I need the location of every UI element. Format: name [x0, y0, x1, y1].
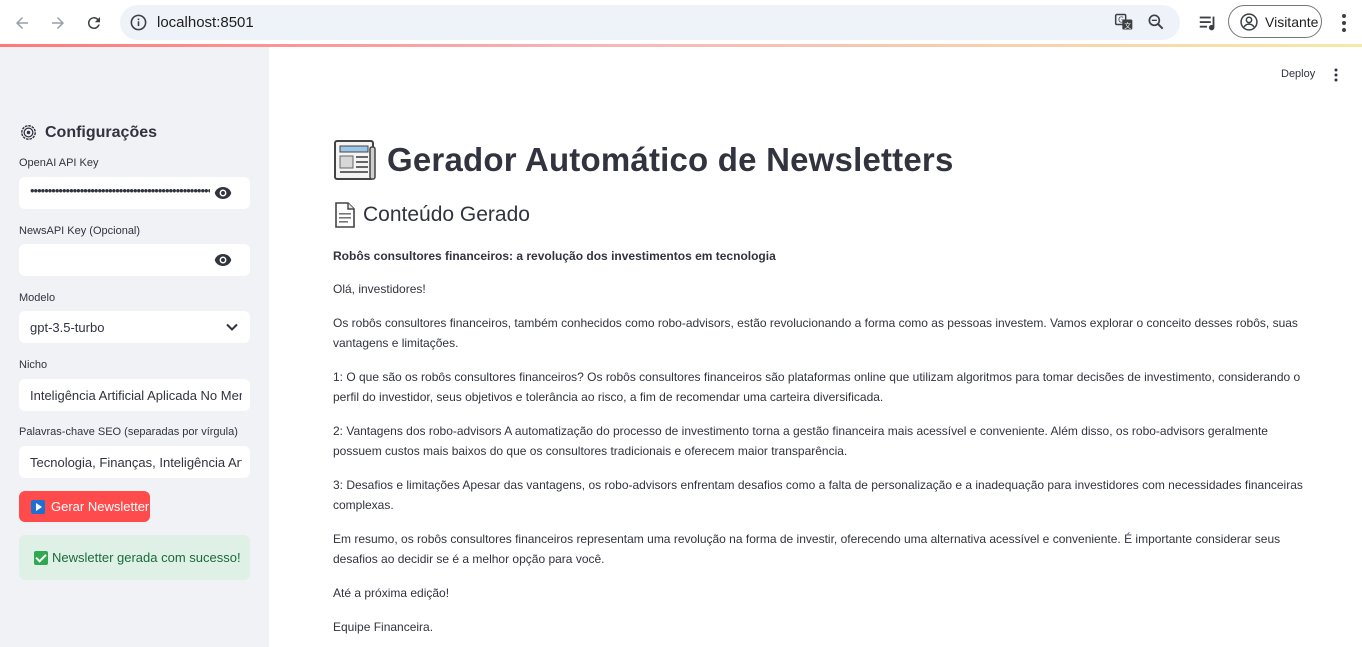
sidebar: Configurações OpenAI API Key •••••••••••…: [0, 47, 269, 647]
chevron-down-icon[interactable]: [225, 320, 239, 334]
model-select[interactable]: gpt-3.5-turbo: [19, 311, 250, 343]
browser-menu-icon[interactable]: [1334, 12, 1354, 34]
app-menu-icon[interactable]: [1330, 67, 1342, 83]
openai-key-input[interactable]: ••••••••••••••••••••••••••••••••••••••••…: [19, 177, 250, 209]
newsletter-paragraph: Equipe Financeira.: [333, 620, 434, 634]
success-message: Newsletter gerada com sucesso!: [52, 550, 241, 565]
forward-button[interactable]: [44, 9, 72, 37]
newsletter-paragraph: Os robôs consultores financeiros, também…: [333, 316, 1298, 350]
newsletter-paragraph: Até a próxima edição!: [333, 586, 450, 600]
forward-arrow-icon: [52, 17, 64, 29]
seo-keywords-label: Palavras-chave SEO (separadas por vírgul…: [19, 426, 238, 438]
newsletter-paragraph: 2: Vantagens dos robo-advisors A automat…: [333, 424, 1268, 458]
newsletter-headline: Robôs consultores financeiros: a revoluç…: [333, 249, 776, 263]
niche-value[interactable]: Inteligência Artificial Aplicada No Merc…: [30, 388, 242, 403]
svg-text:文: 文: [1124, 21, 1131, 30]
gear-icon: [21, 125, 36, 140]
check-icon: [34, 550, 48, 565]
back-arrow-icon: [16, 17, 28, 29]
newsletter-content: Robôs consultores financeiros: a revoluç…: [333, 246, 1308, 647]
sidebar-heading: Configurações: [19, 123, 157, 142]
seo-keywords-input[interactable]: Tecnologia, Finanças, Inteligência Artif…: [19, 446, 250, 478]
section-heading: Conteúdo Gerado: [363, 203, 530, 226]
account-icon: [1240, 12, 1258, 31]
success-alert: Newsletter gerada com sucesso!: [19, 535, 250, 580]
openai-key-value[interactable]: ••••••••••••••••••••••••••••••••••••••••…: [30, 183, 210, 198]
site-info-icon[interactable]: [129, 13, 148, 32]
newsletter-paragraph: Em resumo, os robôs consultores financei…: [333, 532, 1281, 566]
openai-key-label: OpenAI API Key: [19, 157, 99, 169]
model-label: Modelo: [19, 292, 56, 304]
newsletter-paragraph: 1: O que são os robôs consultores financ…: [333, 370, 1301, 404]
play-icon: [31, 499, 45, 514]
niche-label: Nicho: [19, 359, 48, 371]
seo-keywords-value[interactable]: Tecnologia, Finanças, Inteligência Artif…: [30, 455, 242, 470]
browser-toolbar: localhost:8501 G 文 Visitante: [0, 0, 1362, 46]
media-controls-icon[interactable]: [1197, 12, 1219, 34]
newspaper-icon: [334, 140, 376, 180]
section-heading-row: Conteúdo Gerado: [333, 202, 530, 228]
newsletter-paragraph: 3: Desafios e limitações Apesar das vant…: [333, 478, 1303, 512]
address-bar[interactable]: localhost:8501 G 文: [120, 5, 1180, 40]
reload-icon: [87, 17, 100, 30]
zoom-icon[interactable]: [1146, 12, 1166, 32]
show-password-icon[interactable]: [214, 185, 232, 201]
back-button[interactable]: [8, 9, 36, 37]
profile-label: Visitante: [1265, 13, 1319, 30]
generate-button-label: Gerar Newsletter: [51, 499, 150, 514]
newsapi-key-label: NewsAPI Key (Opcional): [19, 225, 141, 237]
generate-newsletter-button[interactable]: Gerar Newsletter: [19, 491, 150, 522]
page-title-row: Gerador Automático de Newsletters: [333, 138, 954, 182]
reload-button[interactable]: [80, 9, 108, 37]
url-text[interactable]: localhost:8501: [157, 14, 254, 31]
model-selected-value[interactable]: gpt-3.5-turbo: [30, 320, 242, 335]
profile-button[interactable]: Visitante: [1228, 5, 1322, 38]
translate-icon[interactable]: G 文: [1114, 12, 1134, 32]
newsapi-key-input[interactable]: [19, 244, 250, 276]
niche-input[interactable]: Inteligência Artificial Aplicada No Merc…: [19, 379, 250, 411]
page-title: Gerador Automático de Newsletters: [387, 141, 954, 178]
deploy-button[interactable]: Deploy: [1281, 68, 1315, 80]
show-password-icon[interactable]: [214, 252, 232, 268]
document-icon: [335, 202, 355, 228]
newsletter-paragraph: Olá, investidores!: [333, 282, 426, 296]
sidebar-title: Configurações: [45, 123, 158, 141]
